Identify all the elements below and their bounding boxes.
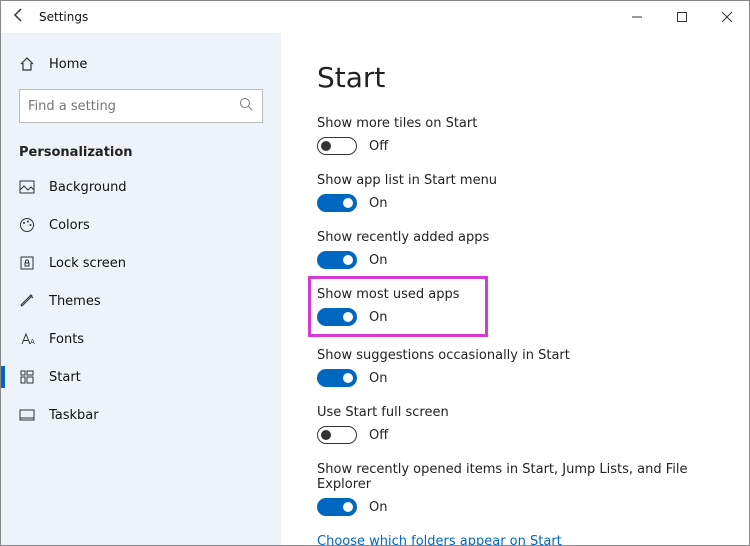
- nav-label: Fonts: [49, 332, 84, 347]
- minimize-icon: [632, 12, 642, 22]
- themes-icon: [19, 293, 35, 309]
- page-heading: Start: [317, 61, 713, 94]
- close-icon: [722, 12, 732, 22]
- toggle-state: Off: [369, 428, 388, 443]
- home-nav[interactable]: Home: [1, 45, 281, 83]
- toggle-state: On: [369, 253, 387, 268]
- nav-themes[interactable]: Themes: [1, 282, 281, 320]
- setting-1: Show app list in Start menu On: [317, 173, 713, 212]
- nav-fonts[interactable]: A Fonts: [1, 320, 281, 358]
- lockscreen-icon: [19, 255, 35, 271]
- setting-label: Use Start full screen: [317, 405, 713, 420]
- nav-taskbar[interactable]: Taskbar: [1, 396, 281, 434]
- nav-label: Start: [49, 370, 81, 385]
- search-input[interactable]: [20, 99, 230, 114]
- nav-lockscreen[interactable]: Lock screen: [1, 244, 281, 282]
- toggle-1[interactable]: [317, 194, 357, 212]
- toggle-4[interactable]: [317, 369, 357, 387]
- toggle-state: On: [369, 500, 387, 515]
- toggle-3[interactable]: [317, 308, 357, 326]
- nav-start[interactable]: Start: [1, 358, 281, 396]
- back-button[interactable]: [1, 8, 37, 26]
- toggle-2[interactable]: [317, 251, 357, 269]
- nav-label: Background: [49, 180, 127, 195]
- nav-label: Lock screen: [49, 256, 126, 271]
- setting-label: Show recently opened items in Start, Jum…: [317, 462, 713, 492]
- sidebar: Home Personalization Background Colors L…: [1, 33, 281, 545]
- content-pane: Start Show more tiles on Start Off Show ap…: [281, 33, 749, 545]
- minimize-button[interactable]: [614, 1, 659, 33]
- start-icon: [19, 369, 35, 385]
- home-icon: [19, 56, 35, 72]
- section-header: Personalization: [1, 135, 281, 168]
- setting-label: Show suggestions occasionally in Start: [317, 348, 713, 363]
- toggle-state: On: [369, 196, 387, 211]
- maximize-icon: [677, 12, 687, 22]
- setting-label: Show more tiles on Start: [317, 116, 713, 131]
- setting-0: Show more tiles on Start Off: [317, 116, 713, 155]
- setting-6: Show recently opened items in Start, Jum…: [317, 462, 713, 516]
- nav-background[interactable]: Background: [1, 168, 281, 206]
- setting-5: Use Start full screen Off: [317, 405, 713, 444]
- toggle-0[interactable]: [317, 137, 357, 155]
- svg-text:A: A: [30, 338, 35, 346]
- window-title: Settings: [37, 10, 88, 24]
- home-label: Home: [49, 57, 87, 72]
- toggle-6[interactable]: [317, 498, 357, 516]
- maximize-button[interactable]: [659, 1, 704, 33]
- setting-label: Show app list in Start menu: [317, 173, 713, 188]
- search-icon: [230, 97, 262, 115]
- nav-label: Colors: [49, 218, 90, 233]
- arrow-left-icon: [12, 8, 26, 22]
- nav-colors[interactable]: Colors: [1, 206, 281, 244]
- nav-label: Taskbar: [49, 408, 99, 423]
- setting-3: Show most used apps On: [317, 287, 713, 330]
- title-bar: Settings: [1, 1, 749, 33]
- toggle-state: On: [369, 310, 387, 325]
- setting-4: Show suggestions occasionally in Start On: [317, 348, 713, 387]
- settings-window: Settings Home Personalization Background: [0, 0, 750, 546]
- setting-2: Show recently added apps On: [317, 230, 713, 269]
- close-button[interactable]: [704, 1, 749, 33]
- setting-label: Show most used apps: [317, 287, 459, 302]
- image-icon: [19, 179, 35, 195]
- toggle-state: Off: [369, 139, 388, 154]
- nav-label: Themes: [49, 294, 101, 309]
- setting-label: Show recently added apps: [317, 230, 713, 245]
- fonts-icon: A: [19, 331, 35, 347]
- toggle-5[interactable]: [317, 426, 357, 444]
- search-box[interactable]: [19, 89, 263, 123]
- palette-icon: [19, 217, 35, 233]
- toggle-state: On: [369, 371, 387, 386]
- folders-link[interactable]: Choose which folders appear on Start: [317, 534, 713, 545]
- taskbar-icon: [19, 407, 35, 423]
